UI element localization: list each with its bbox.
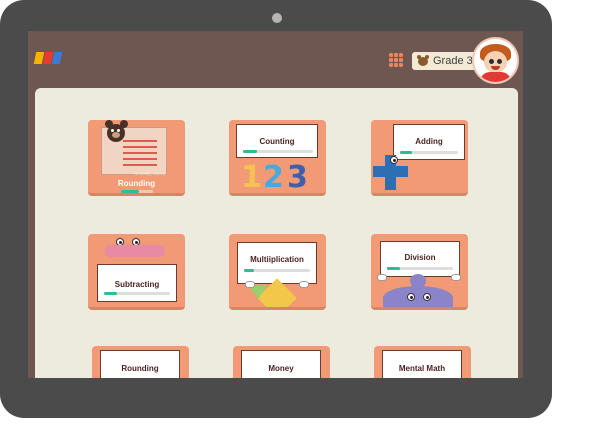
card-title: Multiiplication xyxy=(250,255,304,264)
skill-card-money[interactable]: Money xyxy=(233,346,330,378)
skills-panel: Recently visited Rounding Counting 1 2 3 xyxy=(35,88,518,378)
digit-two: 2 xyxy=(263,160,284,195)
digit-three: 3 xyxy=(287,160,308,195)
digit-one: 1 xyxy=(241,160,262,195)
card-title: Adding xyxy=(415,137,443,146)
progress-fill xyxy=(243,150,257,153)
app-screen: Grade 3 Recently visited Rounding Counti… xyxy=(28,31,523,378)
grade-label: Grade 3 xyxy=(433,55,473,67)
progress-bar xyxy=(244,269,310,272)
card-title: Division xyxy=(404,253,436,262)
progress-bar xyxy=(104,292,170,295)
recently-visited-badge: Recently visited xyxy=(134,171,166,176)
tablet-frame: Grade 3 Recently visited Rounding Counti… xyxy=(0,0,552,418)
card-title: Money xyxy=(268,364,294,373)
card-title: Subtracting xyxy=(114,280,160,289)
skill-card-division[interactable]: Division xyxy=(371,234,468,310)
progress-fill xyxy=(387,267,401,270)
card-title: Rounding xyxy=(121,364,159,373)
progress-bar xyxy=(121,190,153,193)
bear-icon xyxy=(103,120,129,144)
progress-fill xyxy=(244,269,254,272)
skill-card-counting[interactable]: Counting 1 2 3 xyxy=(229,120,326,196)
card-title: Counting xyxy=(259,137,295,146)
top-bar: Grade 3 xyxy=(28,31,523,84)
eye-icon xyxy=(390,156,398,164)
progress-bar xyxy=(243,150,313,153)
progress-fill xyxy=(121,190,139,193)
card-title: Mental Math xyxy=(398,364,446,373)
skill-card-mental-math[interactable]: Mental Math xyxy=(374,346,471,378)
progress-fill xyxy=(104,292,118,295)
grade-selector[interactable]: Grade 3 xyxy=(412,52,481,70)
skill-card-multiplication[interactable]: Multiiplication xyxy=(229,234,326,310)
app-logo[interactable] xyxy=(33,51,67,64)
progress-bar xyxy=(387,267,453,270)
progress-bar xyxy=(400,151,458,154)
skill-card-rounding-2[interactable]: Rounding xyxy=(92,346,189,378)
grid-icon[interactable] xyxy=(389,53,403,67)
minus-character xyxy=(105,245,165,257)
skill-card-rounding[interactable]: Recently visited Rounding xyxy=(88,120,185,196)
skill-card-subtracting[interactable]: Subtracting xyxy=(88,234,185,310)
card-title: Rounding xyxy=(117,179,156,188)
camera-icon xyxy=(272,13,282,23)
eye-icon xyxy=(423,293,431,301)
eye-icon xyxy=(407,293,415,301)
divide-character xyxy=(383,286,453,307)
progress-fill xyxy=(400,151,412,154)
child-avatar-icon[interactable] xyxy=(472,37,519,84)
skill-card-adding[interactable]: Adding xyxy=(371,120,468,196)
bear-icon xyxy=(417,54,429,66)
